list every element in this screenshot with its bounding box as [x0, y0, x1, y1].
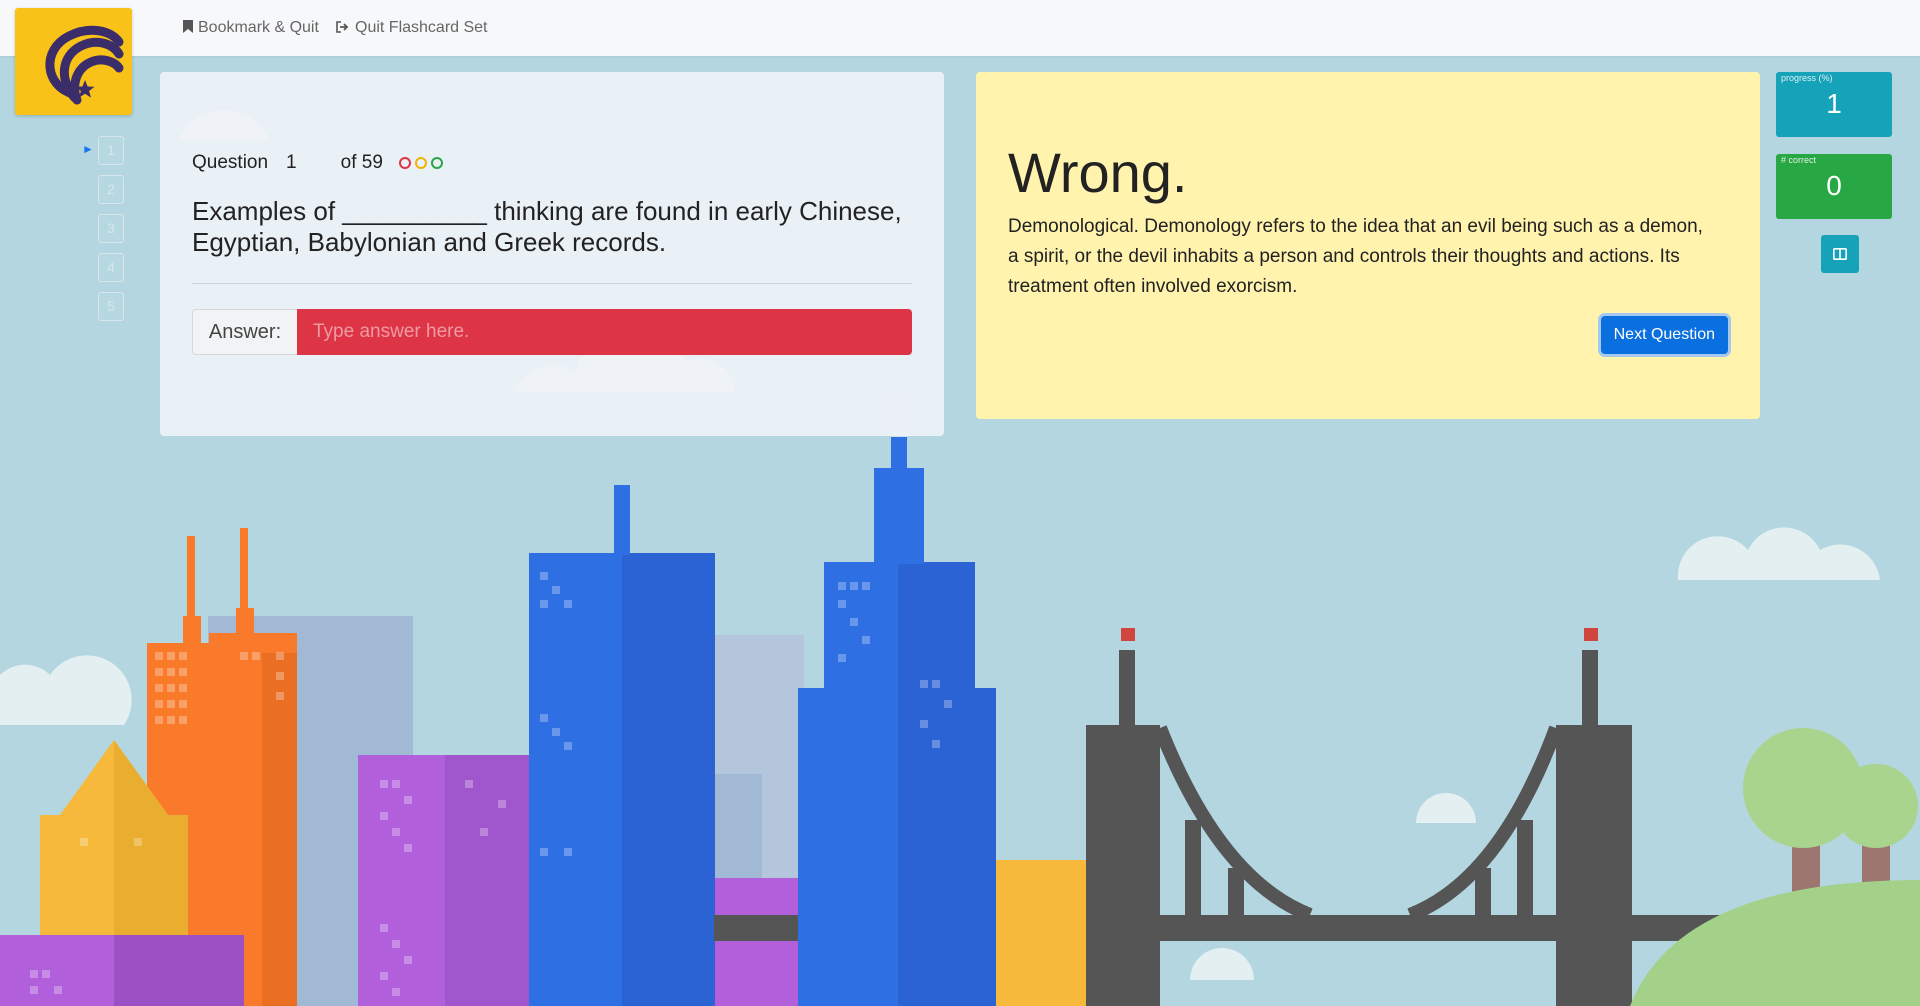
bookmark-quit-link[interactable]: Bookmark & Quit — [183, 19, 319, 37]
question-nav-item[interactable]: 4 — [98, 253, 124, 282]
question-text: Examples of __________ thinking are foun… — [192, 196, 902, 257]
quit-flashcard-label: Quit Flashcard Set — [355, 19, 488, 36]
feedback-title: Wrong. — [1008, 141, 1188, 204]
yellow-circle-icon — [414, 157, 427, 169]
question-nav-item[interactable]: 5 — [98, 292, 124, 321]
progress-stat: progress (%) 1 — [1776, 72, 1892, 137]
correct-stat-label: # correct — [1781, 155, 1817, 165]
question-meta: Question 1 of 59 — [192, 152, 443, 174]
columns-icon — [1833, 248, 1847, 260]
bookmark-icon — [183, 20, 193, 36]
red-circle-icon — [398, 157, 411, 169]
difficulty-indicator — [398, 157, 443, 169]
green-circle-icon — [430, 157, 443, 169]
current-question-arrow-icon: ► — [82, 142, 94, 156]
toggle-layout-button[interactable] — [1821, 235, 1859, 273]
next-question-button[interactable]: Next Question — [1600, 316, 1728, 354]
answer-label: Answer: — [192, 309, 297, 355]
answer-group: Answer: — [192, 309, 912, 355]
progress-stat-label: progress (%) — [1781, 73, 1833, 83]
question-nav-item[interactable]: 3 — [98, 214, 124, 243]
question-nav-item[interactable]: 1 — [98, 136, 124, 165]
feedback-explanation: Demonological. Demonology refers to the … — [1008, 216, 1703, 297]
quit-flashcard-link[interactable]: Quit Flashcard Set — [336, 19, 488, 37]
question-nav-item[interactable]: 2 — [98, 175, 124, 204]
logo-icon — [45, 25, 124, 105]
correct-stat-value: 0 — [1826, 170, 1842, 201]
question-total: of 59 — [340, 152, 383, 173]
progress-stat-value: 1 — [1826, 88, 1842, 119]
question-card: Question 1 of 59 Examples of __________ … — [160, 72, 944, 436]
answer-input[interactable] — [297, 309, 912, 355]
app-logo[interactable] — [15, 8, 132, 115]
question-divider — [192, 283, 912, 284]
question-number: 1 — [286, 152, 297, 173]
feedback-card: Wrong. Demonological. Demonology refers … — [976, 72, 1760, 419]
question-label: Question — [192, 152, 269, 173]
bookmark-quit-label: Bookmark & Quit — [198, 19, 319, 36]
correct-stat: # correct 0 — [1776, 154, 1892, 219]
sign-out-icon — [336, 20, 350, 36]
